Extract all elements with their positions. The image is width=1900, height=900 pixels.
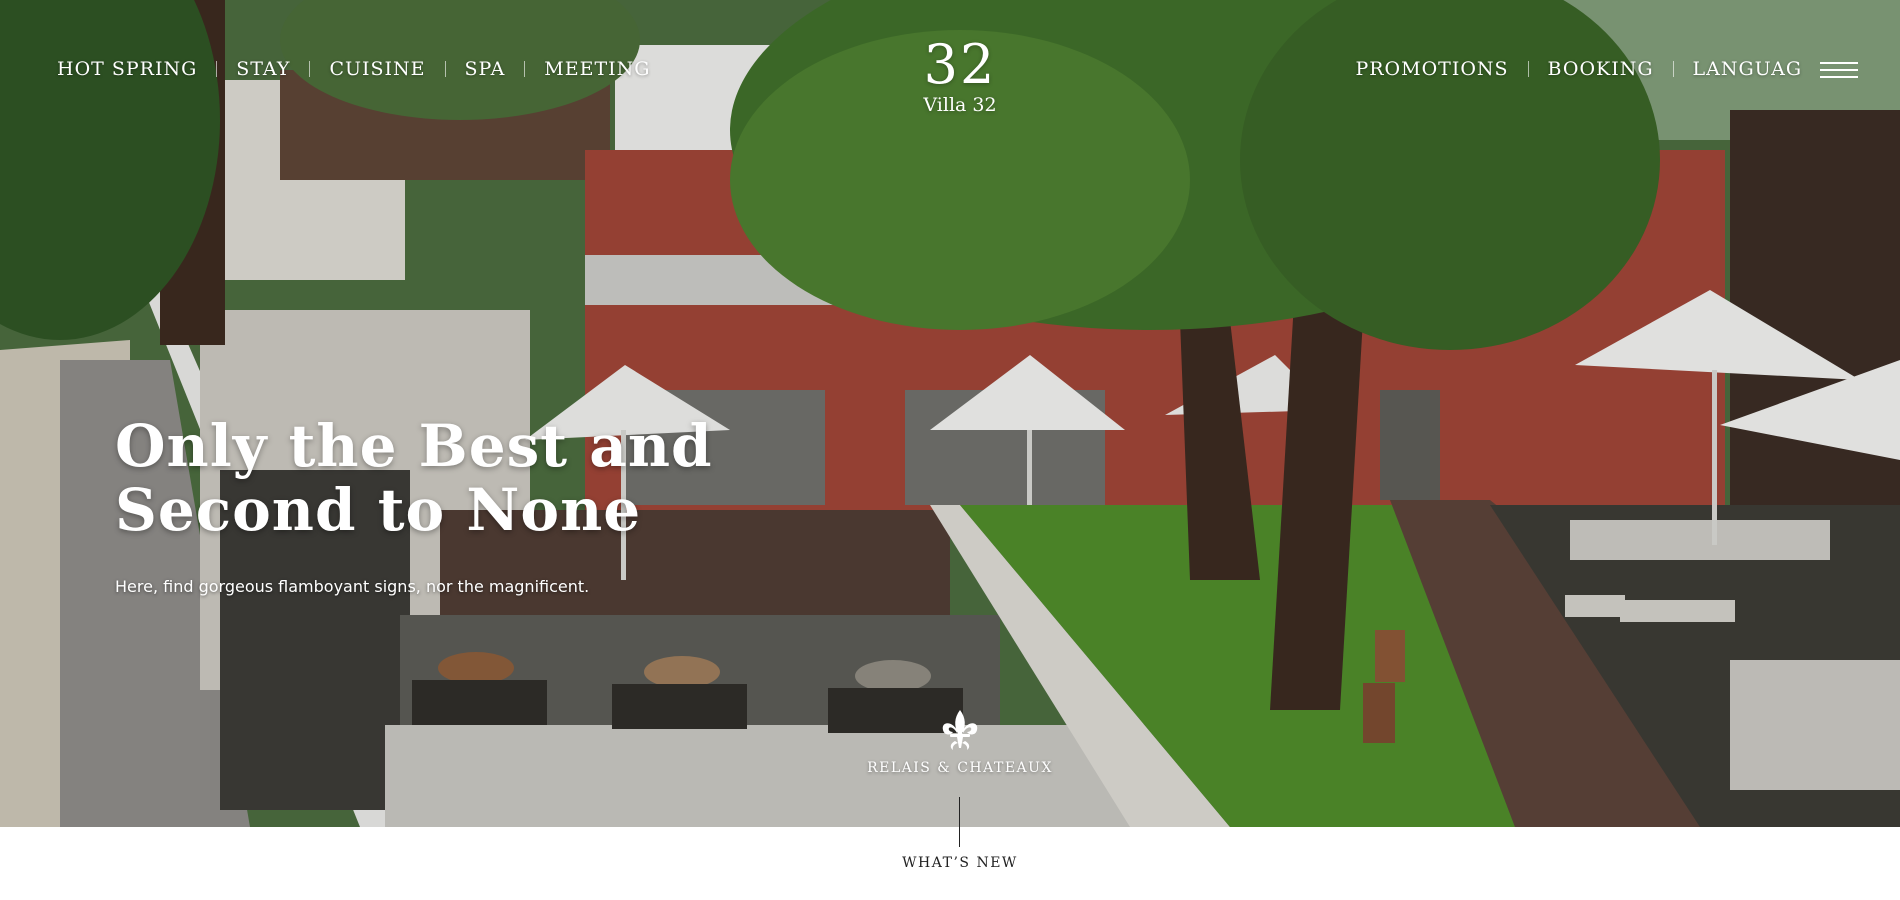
nav-item-booking[interactable]: BOOKING	[1548, 58, 1654, 80]
nav-divider	[444, 61, 446, 77]
hamburger-menu-icon[interactable]	[1820, 62, 1858, 80]
brand-name: Villa 32	[923, 94, 997, 116]
nav-item-hot-spring[interactable]: HOT SPRING	[57, 58, 197, 80]
relais-chateaux-label: RELAIS & CHATEAUX	[867, 760, 1053, 776]
nav-divider	[1527, 61, 1529, 77]
scroll-indicator-line	[959, 797, 960, 847]
fleur-de-lis-icon	[942, 710, 978, 750]
whats-new-link[interactable]: WHAT’S NEW	[860, 855, 1060, 871]
nav-divider	[309, 61, 311, 77]
nav-divider	[1672, 61, 1674, 77]
primary-nav-right: PROMOTIONS BOOKING LANGUAG	[1355, 58, 1802, 80]
hero-headline-line-1: Only the Best and	[115, 412, 713, 480]
nav-item-spa[interactable]: SPA	[465, 58, 506, 80]
hero-banner: HOT SPRING STAY CUISINE SPA MEETING 32 V…	[0, 0, 1900, 827]
nav-divider	[524, 61, 526, 77]
nav-item-language[interactable]: LANGUAG	[1693, 58, 1802, 80]
nav-item-promotions[interactable]: PROMOTIONS	[1355, 58, 1508, 80]
brand-logo[interactable]: 32 Villa 32	[910, 33, 1010, 117]
nav-item-stay[interactable]: STAY	[236, 58, 290, 80]
hero-headline: Only the Best and Second to None	[115, 414, 713, 542]
hero-headline-line-2: Second to None	[115, 476, 642, 544]
relais-chateaux-badge[interactable]: RELAIS & CHATEAUX	[860, 708, 1060, 776]
primary-nav-left: HOT SPRING STAY CUISINE SPA MEETING	[57, 58, 650, 80]
nav-item-meeting[interactable]: MEETING	[544, 58, 650, 80]
nav-item-cuisine[interactable]: CUISINE	[329, 58, 425, 80]
hero-subtitle: Here, find gorgeous flamboyant signs, no…	[115, 577, 590, 596]
brand-number: 32	[923, 33, 997, 96]
nav-divider	[216, 61, 218, 77]
